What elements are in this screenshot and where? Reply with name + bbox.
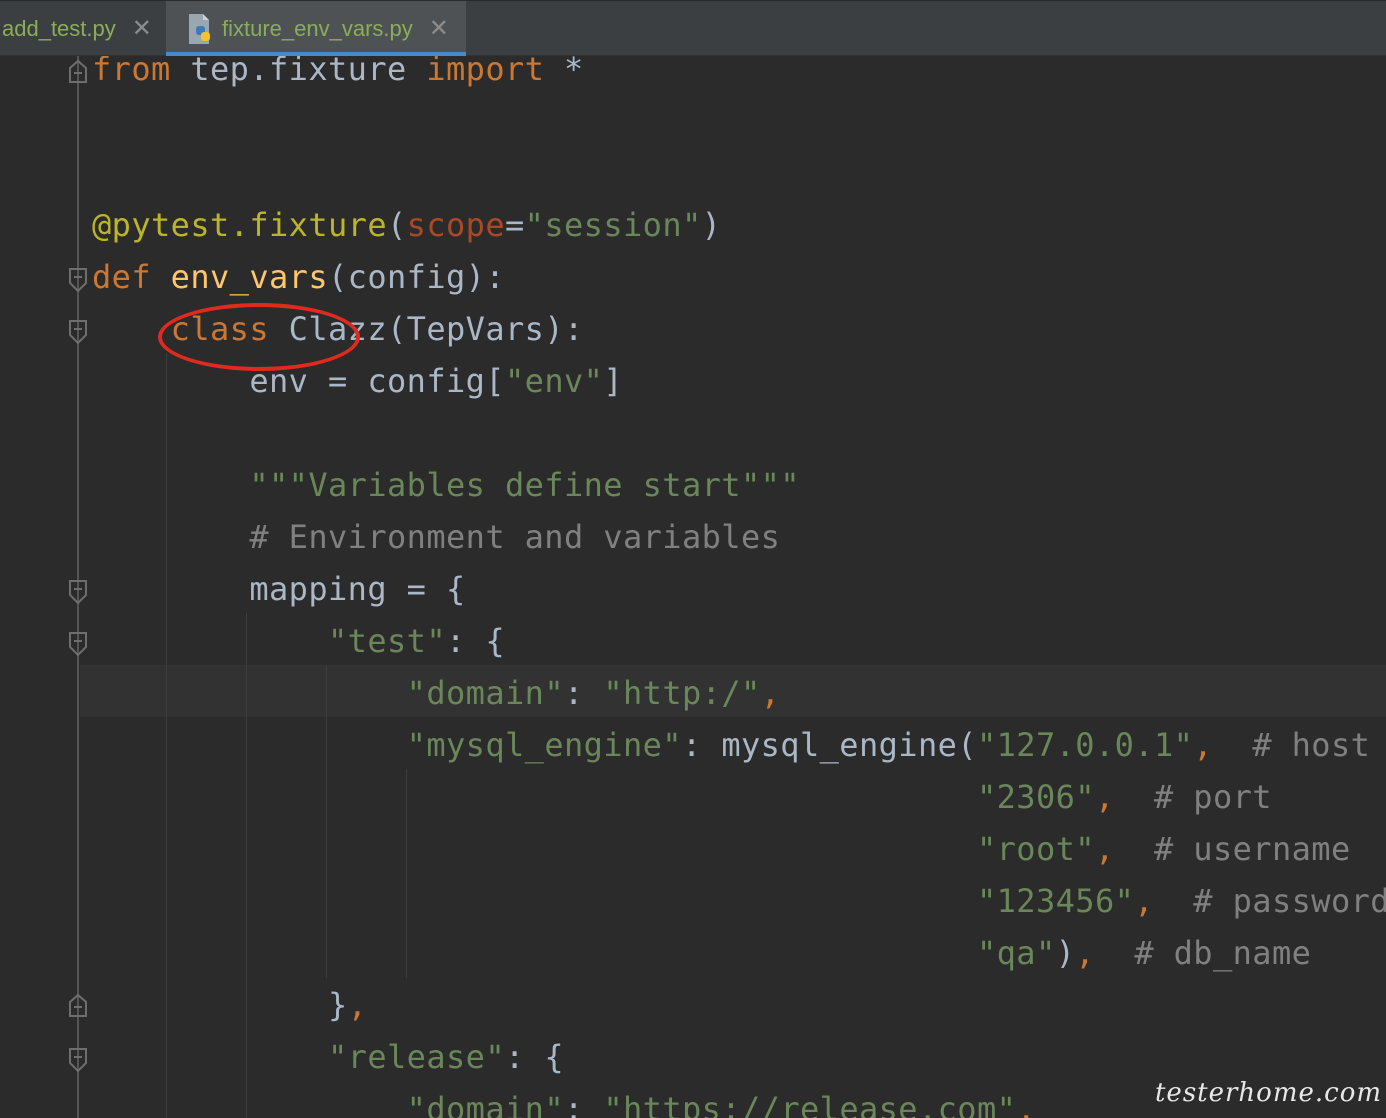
red-annotation-circle — [158, 303, 360, 371]
fold-marker-icon[interactable] — [66, 630, 90, 658]
fold-marker-icon[interactable] — [66, 1046, 90, 1074]
code-line[interactable]: "release": { — [92, 1031, 564, 1083]
fold-marker-icon[interactable] — [66, 578, 90, 606]
code-editor[interactable]: from tep.fixture import * @pytest.fixture… — [0, 56, 1386, 1118]
code-line[interactable]: "test": { — [92, 615, 505, 667]
python-file-icon — [186, 12, 216, 46]
close-icon[interactable]: ✕ — [132, 16, 152, 41]
fold-marker-icon[interactable] — [66, 992, 90, 1020]
code-line[interactable]: }, — [92, 979, 367, 1031]
editor-tab-bar: add_test.py ✕ fixture_env_vars.py ✕ — [0, 0, 1386, 56]
code-line[interactable]: "qa"), # db_name — [92, 927, 1311, 979]
fold-marker-icon[interactable] — [66, 266, 90, 294]
watermark: testerhome.com — [1154, 1078, 1382, 1108]
code-line[interactable]: @pytest.fixture(scope="session") — [92, 199, 721, 251]
fold-marker-icon[interactable] — [66, 318, 90, 346]
tab-fixture-env-vars[interactable]: fixture_env_vars.py ✕ — [166, 1, 466, 56]
code-line[interactable]: """Variables define start""" — [92, 459, 800, 511]
code-line[interactable]: "domain": "https://release.com", — [92, 1083, 1036, 1118]
code-line[interactable]: "2306", # port — [92, 771, 1272, 823]
code-line[interactable]: "root", # username — [92, 823, 1351, 875]
code-line[interactable]: "mysql_engine": mysql_engine("127.0.0.1"… — [92, 719, 1370, 771]
tab-label: fixture_env_vars.py — [222, 15, 413, 41]
tab-add-test[interactable]: add_test.py ✕ — [0, 1, 166, 56]
code-line[interactable]: mapping = { — [92, 563, 466, 615]
code-line[interactable]: # Environment and variables — [92, 511, 780, 563]
code-line[interactable]: "123456", # password — [92, 875, 1386, 927]
fold-marker-icon[interactable] — [66, 58, 90, 86]
code-line[interactable]: env = config["env"] — [92, 355, 623, 407]
code-line[interactable]: def env_vars(config): — [92, 251, 505, 303]
close-icon[interactable]: ✕ — [429, 16, 449, 41]
code-line[interactable]: "domain": "http:/", — [92, 667, 780, 719]
tab-label: add_test.py — [2, 15, 116, 41]
code-line[interactable]: from tep.fixture import * — [92, 56, 584, 95]
